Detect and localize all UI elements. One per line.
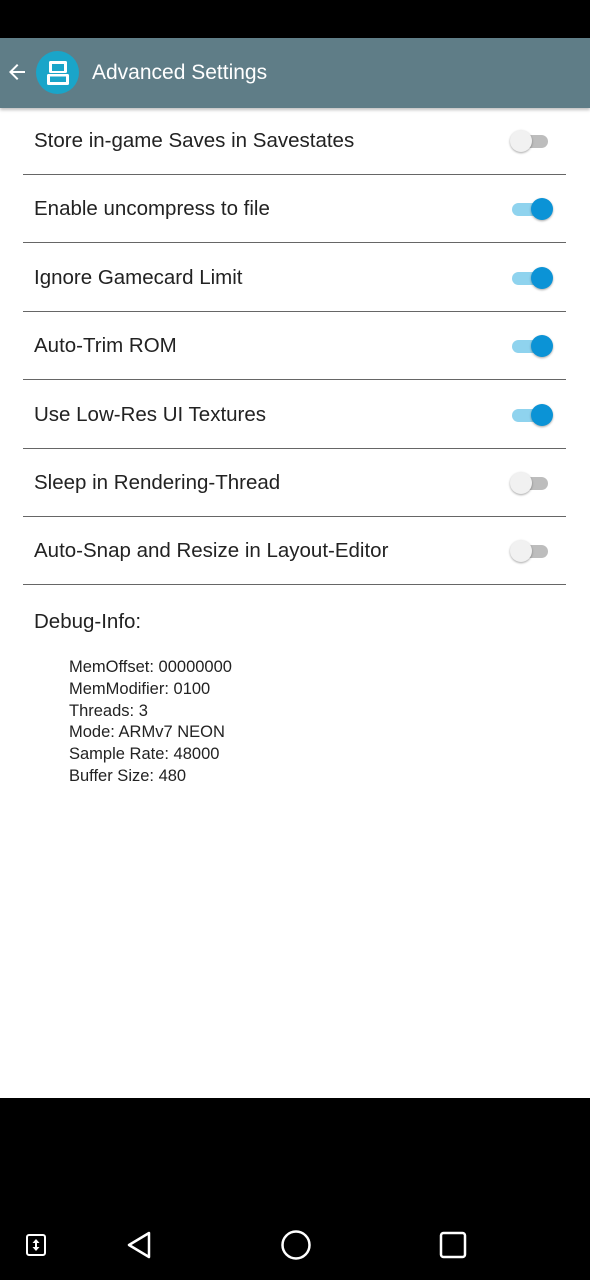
setting-row-sleep-rendering[interactable]: Sleep in Rendering-Thread <box>23 450 566 517</box>
setting-row-low-res-textures[interactable]: Use Low-Res UI Textures <box>23 382 566 449</box>
nintendo-ds-icon <box>36 51 79 94</box>
page-title: Advanced Settings <box>92 61 268 84</box>
setting-row-uncompress[interactable]: Enable uncompress to file <box>23 176 566 244</box>
nav-home-button[interactable] <box>278 1227 314 1263</box>
screen-rotate-icon <box>26 1234 46 1256</box>
setting-row-store-saves[interactable]: Store in-game Saves in Savestates <box>23 108 566 175</box>
setting-label: Store in-game Saves in Savestates <box>34 129 355 152</box>
recents-square-icon <box>439 1231 467 1259</box>
setting-label: Enable uncompress to file <box>34 197 270 221</box>
app-bar: Advanced Settings <box>0 38 590 108</box>
debug-line-mode: Mode: ARMv7 NEON <box>69 723 225 742</box>
setting-row-gamecard-limit[interactable]: Ignore Gamecard Limit <box>23 245 566 312</box>
nav-back-button[interactable] <box>122 1228 156 1262</box>
gamecard-limit-toggle[interactable] <box>510 266 554 290</box>
setting-label: Sleep in Rendering-Thread <box>34 471 281 494</box>
back-button[interactable] <box>4 59 30 85</box>
debug-info-list: MemOffset: 00000000 MemModifier: 0100 Th… <box>69 657 232 788</box>
arrow-left-icon <box>9 64 25 80</box>
setting-label: Auto-Snap and Resize in Layout-Editor <box>34 539 389 563</box>
setting-label: Use Low-Res UI Textures <box>34 402 267 426</box>
debug-line-mem-modifier: MemModifier: 0100 <box>69 679 211 698</box>
sleep-rendering-toggle[interactable] <box>510 471 554 495</box>
system-nav-bar <box>0 1098 590 1280</box>
uncompress-toggle[interactable] <box>510 197 554 221</box>
debug-line-mem-offset: MemOffset: 00000000 <box>69 658 232 676</box>
nav-recents-button[interactable] <box>436 1228 470 1262</box>
status-bar <box>0 0 590 38</box>
debug-info-title: Debug-Info: <box>34 610 142 633</box>
auto-snap-toggle[interactable] <box>510 539 554 563</box>
debug-line-threads: Threads: 3 <box>69 701 148 720</box>
back-triangle-icon <box>127 1231 151 1259</box>
debug-line-buffer-size: Buffer Size: 480 <box>69 766 187 785</box>
setting-row-auto-snap[interactable]: Auto-Snap and Resize in Layout-Editor <box>23 518 566 586</box>
settings-content: Store in-game Saves in Savestates Enable… <box>0 108 590 1098</box>
setting-label: Ignore Gamecard Limit <box>34 265 243 289</box>
screen-rotate-button[interactable] <box>24 1232 48 1258</box>
setting-row-auto-trim[interactable]: Auto-Trim ROM <box>23 313 566 381</box>
home-circle-icon <box>281 1230 311 1260</box>
debug-line-sample-rate: Sample Rate: 48000 <box>69 745 220 764</box>
low-res-textures-toggle[interactable] <box>510 403 554 427</box>
auto-trim-toggle[interactable] <box>510 334 554 358</box>
store-saves-toggle[interactable] <box>510 129 554 153</box>
setting-label: Auto-Trim ROM <box>34 334 177 358</box>
